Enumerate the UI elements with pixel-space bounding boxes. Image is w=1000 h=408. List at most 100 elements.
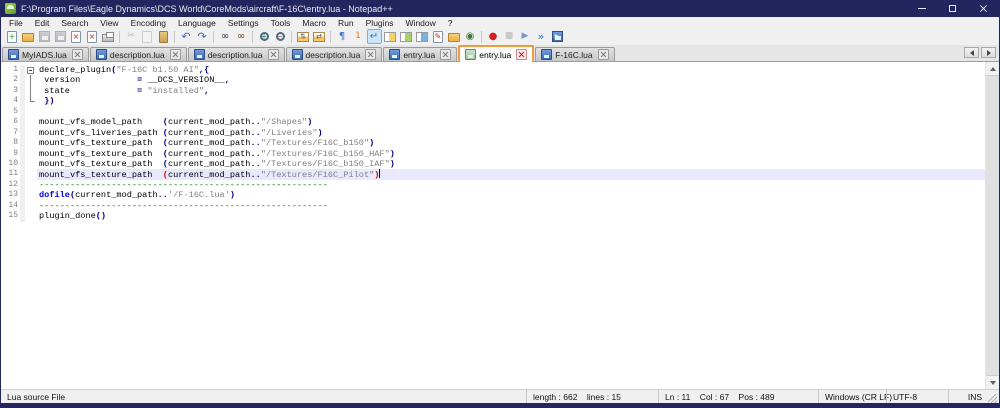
titlebar[interactable]: F:\Program Files\Eagle Dynamics\DCS Worl…	[1, 0, 999, 17]
menu-encoding[interactable]: Encoding	[125, 17, 172, 28]
code-line-5[interactable]: 5	[1, 106, 985, 118]
menu-macro[interactable]: Macro	[296, 17, 332, 28]
status-encoding[interactable]: UTF-8	[886, 390, 948, 403]
word-wrap-button[interactable]: ↵	[366, 29, 382, 44]
code-line-10[interactable]: 10 mount_vfs_texture_path (current_mod_pa…	[1, 158, 985, 170]
menu-edit[interactable]: Edit	[29, 17, 56, 28]
macro-play-button[interactable]: ▶	[518, 29, 533, 44]
minimize-button[interactable]	[906, 0, 937, 17]
menu-run[interactable]: Run	[332, 17, 360, 28]
fold-marker-open[interactable]	[25, 65, 37, 75]
tab-entry-lua[interactable]: entry.lua	[458, 45, 535, 62]
macro-save-button[interactable]: ▶	[550, 29, 565, 44]
fold-margin	[25, 180, 37, 190]
maximize-icon	[949, 5, 956, 12]
maximize-button[interactable]	[937, 0, 968, 17]
code-line-11[interactable]: 11 mount_vfs_texture_path (current_mod_pa…	[1, 169, 985, 180]
tab-description-lua[interactable]: description.lua	[285, 47, 383, 61]
menu-plugins[interactable]: Plugins	[360, 17, 400, 28]
show-indent-guide-button[interactable]: 1	[351, 29, 366, 44]
print-button[interactable]	[101, 29, 116, 44]
menu-tools[interactable]: Tools	[265, 17, 297, 28]
arrow-left-icon	[969, 49, 974, 56]
code-line-1[interactable]: 1 declare_plugin("F-16C b1.50 AI",{	[1, 65, 985, 76]
function-list-button[interactable]	[383, 29, 398, 44]
open-file-button[interactable]	[21, 29, 36, 44]
sync-horizontal-scroll-button[interactable]: ⇄	[312, 29, 327, 44]
tab-scroll-right-button[interactable]	[981, 47, 996, 58]
code-line-4[interactable]: 4 })	[1, 96, 985, 107]
code-line-8[interactable]: 8 mount_vfs_texture_path (current_mod_pat…	[1, 138, 985, 149]
zoom-in-button[interactable]: +	[257, 29, 272, 44]
code-line-6[interactable]: 6 mount_vfs_model_path (current_mod_path.…	[1, 117, 985, 128]
status-insert-mode[interactable]: INS	[948, 390, 988, 403]
undo-icon: ↶	[181, 30, 191, 43]
tab-f-16c-lua[interactable]: F-16C.lua	[535, 47, 615, 61]
code-view[interactable]: 1 declare_plugin("F-16C b1.50 AI",{2 vers…	[1, 62, 985, 389]
tab-description-lua[interactable]: description.lua	[187, 47, 285, 61]
toolbar-separator	[291, 30, 292, 43]
menu-view[interactable]: View	[94, 17, 124, 28]
menu-settings[interactable]: Settings	[222, 17, 265, 28]
tab-myiads-lua[interactable]: MyIADS.lua	[2, 47, 89, 61]
close-button[interactable]	[968, 0, 999, 17]
macro-stop-button: ■	[502, 29, 517, 44]
code-line-7[interactable]: 7 mount_vfs_liveries_path (current_mod_pa…	[1, 127, 985, 139]
tab-close-icon[interactable]	[365, 49, 377, 60]
status-cursor-position[interactable]: Ln : 11 Col : 67 Pos : 489	[658, 390, 818, 403]
document-map-button[interactable]	[399, 29, 414, 44]
tab-entry-lua[interactable]: entry.lua	[383, 47, 458, 61]
show-indent-guide-icon: 1	[355, 31, 361, 41]
undo-button[interactable]: ↶	[179, 29, 194, 44]
code-line-14[interactable]: 14 --------------------------------------…	[1, 200, 985, 212]
new-file-button[interactable]: +	[5, 29, 20, 44]
code-line-3[interactable]: 3 state = "installed",	[1, 85, 985, 97]
paste-button[interactable]	[156, 29, 171, 44]
find-button[interactable]: ∞	[218, 29, 233, 44]
tab-scroll-left-button[interactable]	[964, 47, 979, 58]
code-text: mount_vfs_texture_path (current_mod_path…	[37, 169, 985, 180]
close-file-button[interactable]: ×	[69, 29, 84, 44]
scroll-down-button[interactable]	[986, 376, 999, 389]
code-line-9[interactable]: 9 mount_vfs_texture_path (current_mod_pat…	[1, 148, 985, 159]
zoom-out-button[interactable]: −	[273, 29, 288, 44]
replace-button[interactable]: ∞	[234, 29, 249, 44]
tab-close-icon[interactable]	[440, 49, 452, 60]
menu-window[interactable]: Window	[400, 17, 442, 28]
document-list-button[interactable]	[415, 29, 430, 44]
menu-language[interactable]: Language	[172, 17, 222, 28]
menu-help[interactable]: ?	[442, 17, 459, 28]
macro-run-multiple-button[interactable]: »	[534, 29, 549, 44]
file-monitoring-button[interactable]: ◉	[463, 29, 478, 44]
menu-search[interactable]: Search	[55, 17, 94, 28]
status-eol-format[interactable]: Windows (CR LF)	[818, 390, 892, 403]
tab-description-lua[interactable]: description.lua	[89, 47, 187, 61]
tab-close-icon[interactable]	[267, 49, 279, 60]
scroll-up-button[interactable]	[986, 62, 999, 75]
tab-close-icon[interactable]	[169, 49, 181, 60]
code-line-12[interactable]: 12 --------------------------------------…	[1, 179, 985, 191]
editor-area[interactable]: 1 declare_plugin("F-16C b1.50 AI",{2 vers…	[1, 62, 999, 389]
sync-vertical-scroll-button[interactable]: ⇅	[296, 29, 311, 44]
file-monitoring-icon: ◉	[465, 30, 475, 42]
macro-record-button[interactable]: ●	[486, 29, 501, 44]
line-number: 6	[13, 117, 18, 127]
scrollbar-thumb[interactable]	[986, 75, 999, 376]
code-line-2[interactable]: 2 version = __DCS_VERSION__,	[1, 75, 985, 87]
code-line-15[interactable]: 15 plugin_done()	[1, 211, 985, 222]
menu-file[interactable]: File	[3, 17, 29, 28]
resize-grip[interactable]	[988, 393, 997, 403]
saved-file-icon	[291, 49, 303, 60]
fold-margin	[25, 128, 37, 138]
vertical-scrollbar[interactable]	[985, 62, 999, 389]
paste-icon	[158, 30, 168, 43]
tab-close-icon[interactable]	[71, 49, 83, 60]
code-line-13[interactable]: 13 dofile(current_mod_path..'/F-16C.lua')	[1, 190, 985, 201]
tab-close-icon[interactable]	[516, 49, 528, 60]
redo-button[interactable]: ↷	[195, 29, 210, 44]
show-all-characters-button[interactable]: ¶	[335, 29, 350, 44]
folder-as-workspace-button[interactable]	[447, 29, 462, 44]
tab-close-icon[interactable]	[597, 49, 609, 60]
edit-popup-button[interactable]: ✎	[431, 29, 446, 44]
close-all-button[interactable]: ×	[85, 29, 100, 44]
